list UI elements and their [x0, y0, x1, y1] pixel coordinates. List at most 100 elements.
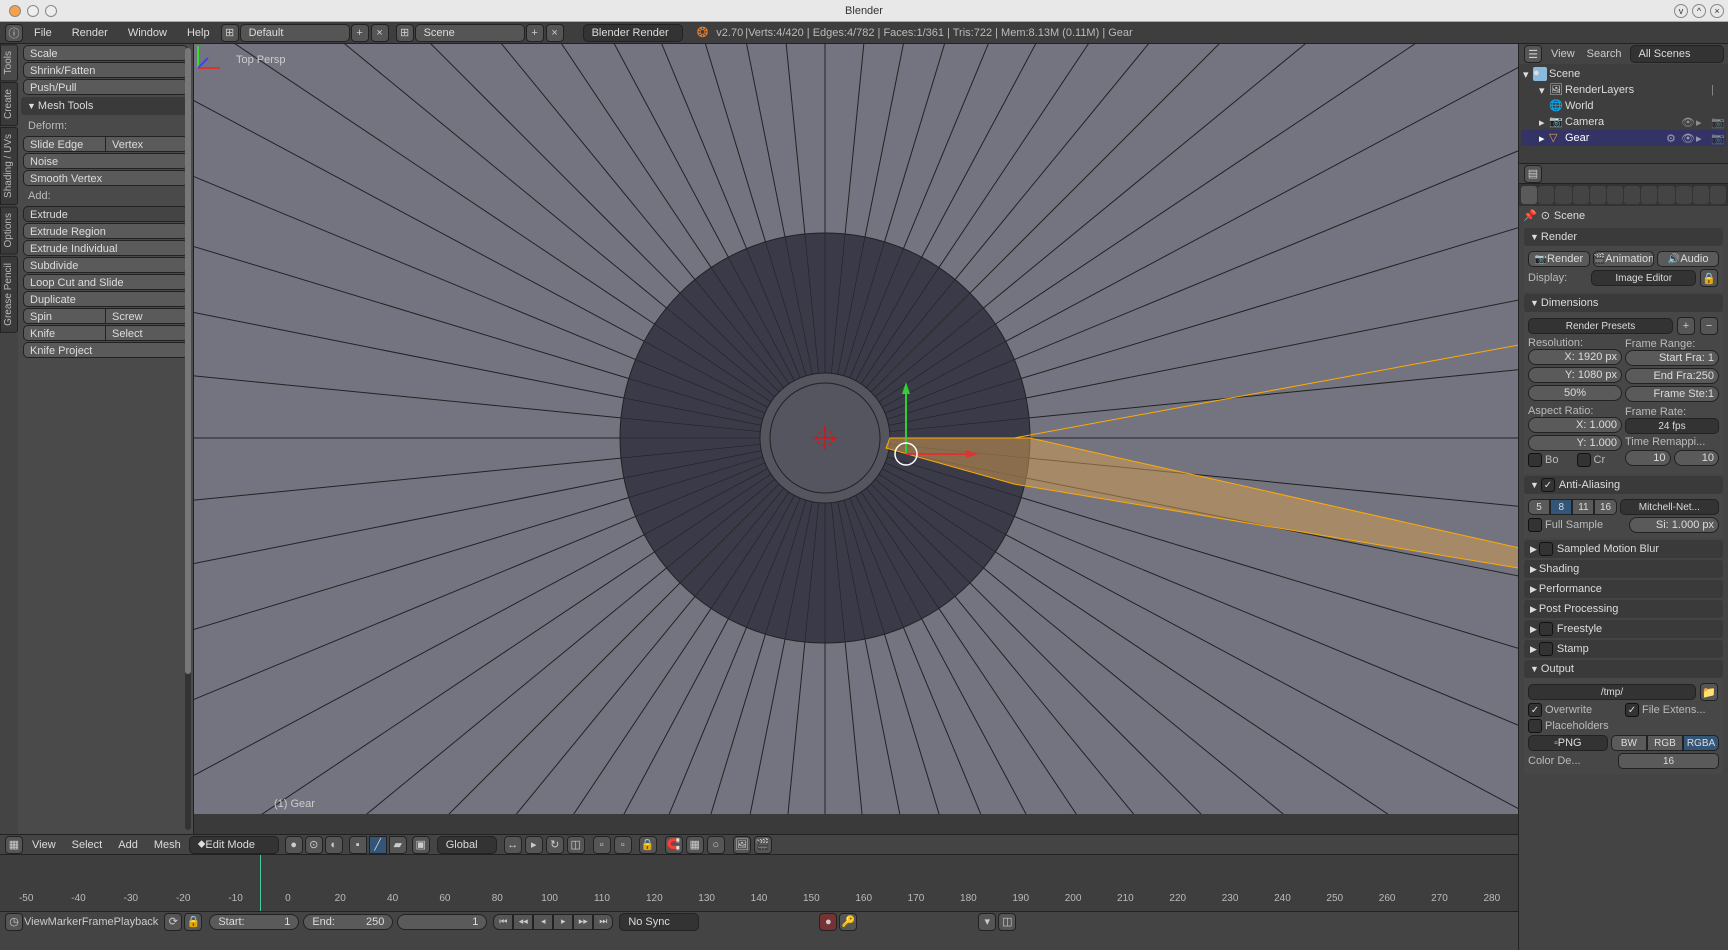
render-presets-dropdown[interactable]: Render Presets — [1528, 318, 1673, 334]
orientation-dropdown[interactable]: Global — [437, 836, 497, 854]
viewport-3d[interactable]: Top Persp (1) Gear — [194, 44, 1518, 834]
tree-row-gear[interactable]: ▸▽Gear⚙👁▸📷 — [1521, 130, 1726, 146]
screen-layout-dropdown[interactable]: Default — [240, 24, 350, 42]
editor-type-icon[interactable]: ▤ — [1524, 165, 1542, 183]
menu-select[interactable]: Select — [72, 839, 103, 851]
manipulator-icon[interactable]: ↔ — [504, 836, 522, 854]
pivot-lock-icon[interactable]: ◐ — [325, 836, 343, 854]
timeline-track[interactable]: -50-40-30-20-100204060801001101201301401… — [0, 855, 1518, 911]
tree-row-scene[interactable]: ▾●Scene — [1521, 66, 1726, 82]
tab-options[interactable]: Options — [0, 206, 18, 254]
start-frame-field[interactable]: Start Fra: 1 — [1625, 350, 1719, 366]
push-pull-button[interactable]: Push/Pull — [23, 79, 188, 95]
tab-grease-pencil[interactable]: Grease Pencil — [0, 256, 18, 333]
snap-element-icon[interactable]: ○ — [707, 836, 725, 854]
duplicate-button[interactable]: Duplicate — [23, 291, 188, 307]
keying-set-icon[interactable]: 🔑 — [839, 913, 857, 931]
frame-step-field[interactable]: Frame Ste:1 — [1625, 386, 1719, 402]
scene-tab-icon[interactable] — [1555, 186, 1571, 204]
end-frame-field[interactable]: End Fra:250 — [1625, 368, 1719, 384]
time-new-field[interactable]: 10 — [1674, 450, 1720, 466]
audio-button[interactable]: 🔊 Audio — [1657, 251, 1719, 267]
delete-icon[interactable]: × — [546, 24, 564, 42]
loopcut-button[interactable]: Loop Cut and Slide — [23, 274, 188, 290]
noise-button[interactable]: Noise — [23, 153, 188, 169]
rgba-button[interactable]: RGBA — [1683, 735, 1719, 751]
aa-filter-dropdown[interactable]: Mitchell-Net... — [1620, 499, 1719, 515]
scene-dropdown[interactable]: Scene — [415, 24, 525, 42]
aa-11-button[interactable]: 11 — [1572, 499, 1594, 515]
border-check[interactable] — [1528, 453, 1542, 467]
render-anim-icon[interactable]: 🎬 — [754, 836, 772, 854]
edge-select-icon[interactable]: ╱ — [369, 836, 387, 854]
particles-tab-icon[interactable] — [1693, 186, 1709, 204]
menu-frame[interactable]: Frame — [82, 916, 114, 928]
modifiers-tab-icon[interactable] — [1624, 186, 1640, 204]
snap-icon[interactable]: 🧲 — [665, 836, 683, 854]
tree-row-camera[interactable]: ▸📷Camera👁▸📷 — [1521, 114, 1726, 130]
screen-browse-icon[interactable]: ⊞ — [221, 24, 239, 42]
world-tab-icon[interactable] — [1573, 186, 1589, 204]
dimensions-panel-header[interactable]: Dimensions — [1524, 294, 1723, 312]
occlude-icon[interactable]: ▣ — [412, 836, 430, 854]
object-tab-icon[interactable] — [1590, 186, 1606, 204]
stamp-check[interactable] — [1539, 642, 1553, 656]
extrude-button[interactable]: Extrude — [23, 206, 188, 222]
render-button[interactable]: 📷 Render — [1528, 251, 1590, 267]
layer-button[interactable]: ▫ — [593, 836, 611, 854]
editor-type-icon[interactable]: ▦ — [5, 836, 23, 854]
jump-end-icon[interactable]: ⏭ — [593, 914, 613, 930]
shrink-fatten-button[interactable]: Shrink/Fatten — [23, 62, 188, 78]
mode-dropdown[interactable]: ⬥ Edit Mode — [189, 836, 279, 854]
performance-panel-header[interactable]: Performance — [1524, 580, 1723, 598]
aspect-x-field[interactable]: X: 1.000 — [1528, 417, 1622, 433]
vertex-select-icon[interactable]: ▪ — [349, 836, 367, 854]
freestyle-check[interactable] — [1539, 622, 1553, 636]
scale-button[interactable]: Scale — [23, 45, 188, 61]
face-select-icon[interactable]: ▰ — [389, 836, 407, 854]
crop-check[interactable] — [1577, 453, 1591, 467]
outliner-filter-dropdown[interactable]: All Scenes — [1630, 45, 1724, 63]
menu-mesh[interactable]: Mesh — [154, 839, 181, 851]
motion-blur-panel-header[interactable]: Sampled Motion Blur — [1524, 540, 1723, 558]
editor-type-icon[interactable]: ☰ — [1524, 45, 1542, 63]
res-x-field[interactable]: X: 1920 px — [1528, 349, 1622, 365]
time-old-field[interactable]: 10 — [1625, 450, 1671, 466]
frame-end-field[interactable]: End:250 — [303, 914, 393, 930]
motion-blur-check[interactable] — [1539, 542, 1553, 556]
render-tab-icon[interactable] — [1521, 186, 1537, 204]
animation-button[interactable]: 🎬Animation — [1593, 251, 1655, 267]
bw-button[interactable]: BW — [1611, 735, 1647, 751]
add-icon[interactable]: + — [526, 24, 544, 42]
menu-file[interactable]: File — [24, 27, 62, 39]
editor-type-icon[interactable]: ⓘ — [5, 24, 23, 42]
format-dropdown[interactable]: ▫ PNG — [1528, 735, 1608, 751]
shading-mode-icon[interactable]: ● — [285, 836, 303, 854]
tree-row-renderlayers[interactable]: ▾🖼RenderLayers| — [1521, 82, 1726, 98]
lock-display-icon[interactable]: 🔒 — [1700, 269, 1718, 287]
keyframe-next-icon[interactable]: ▸▸ — [573, 914, 593, 930]
extrude-individual-button[interactable]: Extrude Individual — [23, 240, 188, 256]
sync-dropdown[interactable]: No Sync — [619, 913, 699, 931]
select-tool-button[interactable]: Select — [106, 326, 187, 340]
shading-panel-header[interactable]: Shading — [1524, 560, 1723, 578]
spin-button[interactable]: Spin — [24, 309, 106, 323]
mesh-tools-header[interactable]: Mesh Tools — [21, 97, 190, 115]
play-icon[interactable]: ▸ — [553, 914, 573, 930]
output-panel-header[interactable]: Output — [1524, 660, 1723, 678]
layered-icon[interactable]: ◫ — [998, 913, 1016, 931]
pin-icon[interactable]: 📌 — [1523, 209, 1537, 222]
lock-range-icon[interactable]: 🔒 — [184, 913, 202, 931]
full-sample-check[interactable] — [1528, 518, 1542, 532]
menu-playback[interactable]: Playback — [114, 916, 159, 928]
toolshelf-scrollbar[interactable] — [185, 48, 191, 830]
menu-add[interactable]: Add — [118, 839, 138, 851]
aa-8-button[interactable]: 8 — [1550, 499, 1572, 515]
window-max-icon[interactable]: ^ — [1692, 4, 1706, 18]
post-panel-header[interactable]: Post Processing — [1524, 600, 1723, 618]
menu-view[interactable]: View — [24, 916, 48, 928]
render-preview-icon[interactable]: 🖼 — [733, 836, 751, 854]
display-dropdown[interactable]: Image Editor — [1591, 270, 1696, 286]
screw-button[interactable]: Screw — [106, 309, 187, 323]
editor-type-icon[interactable]: ◷ — [5, 913, 23, 931]
